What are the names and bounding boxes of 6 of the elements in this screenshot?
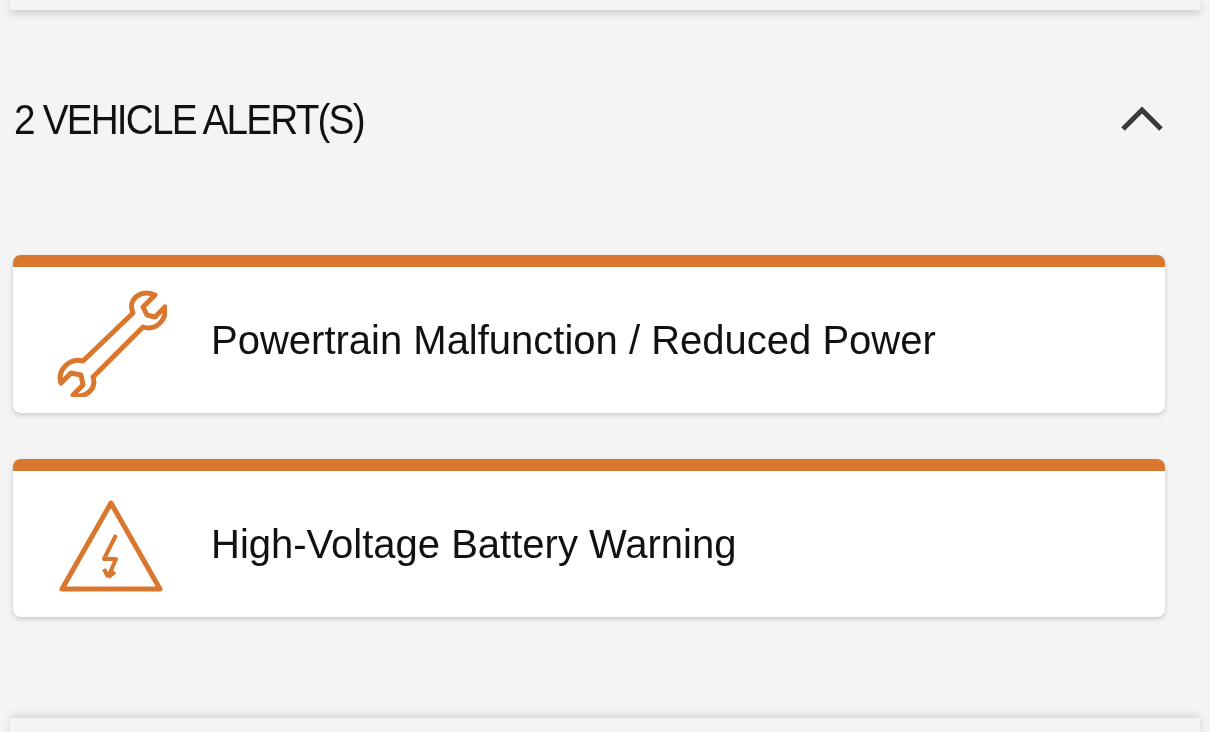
- alert-label: Powertrain Malfunction / Reduced Power: [211, 317, 936, 363]
- alert-card[interactable]: High-Voltage Battery Warning: [13, 459, 1165, 617]
- section-title: 2 VEHICLE ALERT(S): [14, 95, 364, 144]
- alert-card[interactable]: Powertrain Malfunction / Reduced Power: [13, 255, 1165, 413]
- high-voltage-warning-icon: [58, 499, 164, 593]
- alert-label: High-Voltage Battery Warning: [211, 521, 737, 567]
